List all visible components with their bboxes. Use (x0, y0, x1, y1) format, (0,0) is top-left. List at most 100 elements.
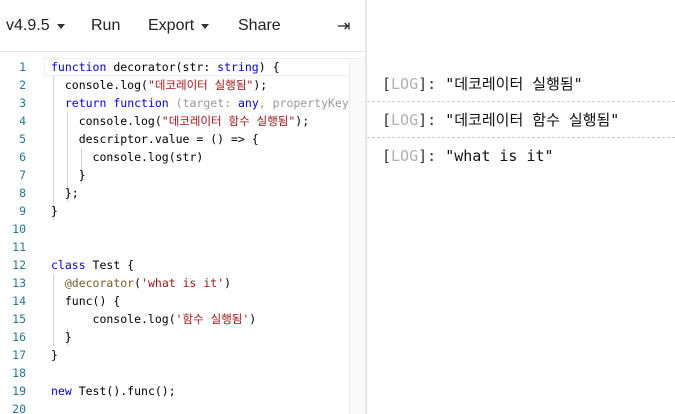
line-number: 5 (19, 132, 26, 146)
code-token: console.log( (51, 114, 162, 128)
code-token: any (237, 96, 259, 110)
code-token: } (51, 348, 58, 362)
line-number: 10 (12, 222, 26, 236)
chevron-down-icon (201, 24, 210, 29)
line-number: 18 (12, 366, 26, 380)
line-number: 6 (19, 150, 26, 164)
code-token: "데코레이터 실행됨" (147, 78, 254, 92)
code-line: console.log('함수 실행됨') (51, 310, 356, 328)
code-line: function decorator(str: string) { (51, 58, 356, 76)
code-line: console.log("데코레이터 함수 실행됨"); (51, 112, 356, 130)
line-number: 17 (12, 348, 26, 362)
log-level-tag: LOG (391, 147, 419, 165)
code-editor[interactable]: 1 2 3 4 5 6 7 8 9 10 11 12 13 14 15 16 17 18 19 20 function… (0, 52, 365, 414)
code-token: descriptor.value = () => { (51, 132, 259, 146)
code-token: return (64, 96, 107, 110)
code-token: string (217, 60, 259, 74)
line-number: 11 (12, 240, 26, 254)
code-token: } (51, 204, 58, 218)
version-dropdown[interactable]: v4.9.5 (6, 0, 65, 51)
share-button[interactable]: Share (238, 0, 281, 51)
code-line: } (51, 328, 356, 346)
code-token: console.log( (51, 78, 148, 92)
code-token: ( (134, 276, 142, 290)
line-number: 19 (12, 384, 26, 398)
code-token: func() { (51, 294, 121, 308)
code-line: class Test { (51, 256, 356, 274)
line-number: 4 (19, 114, 26, 128)
arrow-to-right-icon: ⇥ (337, 17, 351, 35)
line-number: 7 (19, 168, 26, 182)
code-token: Test().func(); (71, 384, 176, 398)
line-number: 15 (12, 312, 26, 326)
code-line: return function (target: any, propertyKe… (51, 94, 356, 112)
code-token: console.log( (51, 312, 176, 326)
line-number: 20 (12, 402, 26, 414)
line-number: 16 (12, 330, 26, 344)
code-line: new Test().func(); (51, 382, 356, 400)
code-line: @decorator('what is it') (51, 274, 356, 292)
code-line: } (51, 346, 356, 364)
log-level-tag: LOG (391, 111, 419, 129)
code-token: class (51, 258, 86, 272)
editor-pane: v4.9.5 Run Export Share ⇥ 1 2 3 4 5 6 7 8 9 10 11 1… (0, 0, 365, 414)
code-token: console.log(str) (51, 150, 204, 164)
code-token: , propertyKey: (258, 96, 356, 110)
run-button[interactable]: Run (91, 0, 120, 51)
code-token: ) (249, 312, 257, 326)
line-number: 13 (12, 276, 26, 290)
log-message: "what is it" (445, 147, 554, 165)
code-line: func() { (51, 292, 356, 310)
log-message: "데코레이터 실행됨" (445, 75, 583, 93)
code-line: }; (51, 184, 356, 202)
code-token: "데코레이터 함수 실행됨" (161, 114, 296, 128)
code-line: } (51, 202, 356, 220)
code-token: ) (224, 276, 232, 290)
code-token: Test { (85, 258, 135, 272)
log-entry: [LOG]: "데코레이터 함수 실행됨" (367, 102, 675, 138)
code-token: } (51, 168, 86, 182)
share-label: Share (238, 16, 281, 34)
line-number: 14 (12, 294, 26, 308)
log-message: "데코레이터 함수 실행됨" (445, 111, 620, 129)
line-number: 2 (19, 78, 26, 92)
code-token: new (51, 384, 72, 398)
code-token: ); (253, 78, 268, 92)
line-number: 8 (19, 186, 26, 200)
run-label: Run (91, 16, 121, 34)
editor-scrollbar[interactable] (349, 60, 364, 414)
code-line: descriptor.value = () => { (51, 130, 356, 148)
code-content[interactable]: function decorator(str: string) { consol… (51, 58, 356, 414)
log-pane: [LOG]: "데코레이터 실행됨" [LOG]: "데코레이터 함수 실행됨" [… (367, 0, 675, 414)
export-label: Export (148, 16, 195, 34)
code-token: (target: (168, 96, 238, 110)
line-number: 3 (19, 96, 26, 110)
code-token: function (113, 96, 169, 110)
toolbar: v4.9.5 Run Export Share ⇥ (0, 0, 365, 52)
log-list: [LOG]: "데코레이터 실행됨" [LOG]: "데코레이터 함수 실행됨" [… (367, 66, 675, 173)
log-level-tag: LOG (391, 75, 419, 93)
line-number: 9 (19, 204, 26, 218)
line-number: 1 (19, 60, 26, 74)
export-dropdown[interactable]: Export (148, 0, 210, 51)
code-token: ) { (258, 60, 280, 74)
chevron-down-icon (56, 24, 65, 29)
toggle-sidebar-button[interactable]: ⇥ (337, 0, 350, 51)
version-label: v4.9.5 (6, 16, 50, 34)
code-line: } (51, 166, 356, 184)
line-number-gutter: 1 2 3 4 5 6 7 8 9 10 11 12 13 14 15 16 17 18 19 20 (0, 58, 26, 414)
code-token: } (51, 330, 72, 344)
code-token: ); (295, 114, 310, 128)
code-token: decorator(str: (106, 60, 218, 74)
code-line: console.log(str) (51, 148, 356, 166)
code-token: }; (51, 186, 79, 200)
log-entry: [LOG]: "데코레이터 실행됨" (367, 66, 675, 102)
code-token: '함수 실행됨' (175, 312, 250, 326)
log-entry: [LOG]: "what is it" (382, 147, 554, 165)
